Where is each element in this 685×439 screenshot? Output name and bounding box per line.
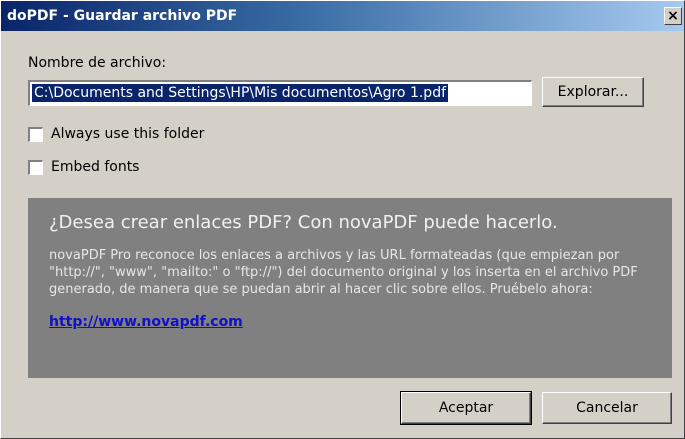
filename-input[interactable]: C:\Documents and Settings\HP\Mis documen… — [28, 80, 532, 106]
cancel-button[interactable]: Cancelar — [542, 392, 672, 424]
filename-label: Nombre de archivo: — [28, 55, 167, 71]
always-use-folder-label: Always use this folder — [51, 126, 205, 142]
promo-text: novaPDF Pro reconoce los enlaces a archi… — [49, 248, 638, 297]
filename-value: C:\Documents and Settings\HP\Mis documen… — [32, 84, 449, 102]
browse-button[interactable]: Explorar... — [542, 77, 644, 107]
always-use-folder-checkbox[interactable] — [28, 126, 43, 142]
close-button[interactable]: × — [664, 7, 682, 25]
novapdf-promo-panel: ¿Desea crear enlaces PDF? Con novaPDF pu… — [28, 198, 672, 378]
always-use-folder-option[interactable]: Always use this folder — [28, 126, 204, 142]
window-title: doPDF - Guardar archivo PDF — [7, 8, 238, 24]
save-pdf-dialog: doPDF - Guardar archivo PDF × Nombre de … — [0, 0, 685, 439]
embed-fonts-checkbox[interactable] — [28, 159, 43, 175]
close-icon: × — [667, 8, 679, 24]
embed-fonts-option[interactable]: Embed fonts — [28, 159, 139, 175]
embed-fonts-label: Embed fonts — [51, 159, 140, 175]
novapdf-link[interactable]: http://www.novapdf.com — [49, 314, 243, 330]
promo-title: ¿Desea crear enlaces PDF? Con novaPDF pu… — [49, 212, 558, 233]
title-bar[interactable]: doPDF - Guardar archivo PDF × — [1, 1, 684, 31]
accept-button[interactable]: Aceptar — [400, 391, 532, 425]
